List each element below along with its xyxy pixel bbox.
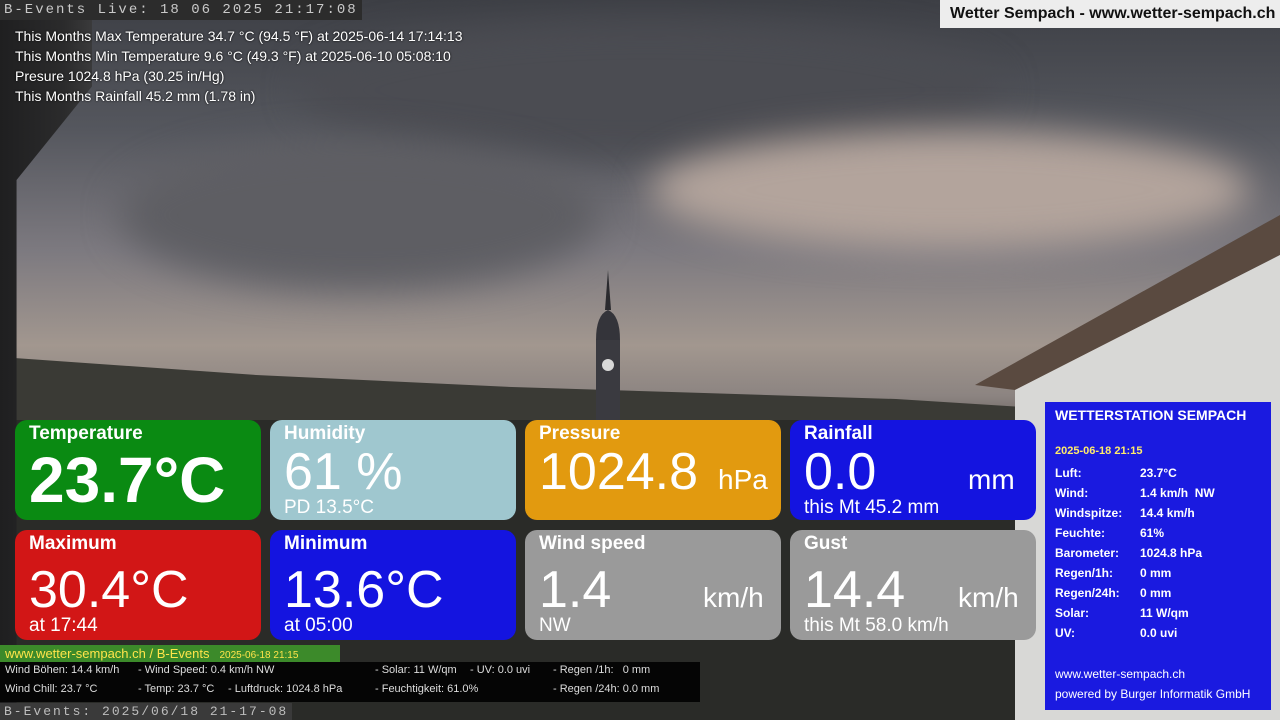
rainfall-tile: Rainfall 0.0 this Mt 45.2 mm mm bbox=[790, 420, 1036, 520]
row-value: 1024.8 hPa bbox=[1140, 546, 1203, 560]
row-key: Regen/1h: bbox=[1055, 566, 1114, 580]
wind-speed-unit: km/h bbox=[703, 582, 764, 613]
site-title: Wetter Sempach - www.wetter-sempach.ch bbox=[940, 0, 1280, 28]
gust-unit: km/h bbox=[958, 582, 1019, 613]
station-credit: powered by Burger Informatik GmbH bbox=[1055, 687, 1251, 701]
gust-tile: Gust 14.4 this Mt 58.0 km/h km/h bbox=[790, 530, 1036, 640]
row-key: Regen/24h: bbox=[1055, 586, 1120, 600]
ticker-item: - Regen /24h: 0.0 mm bbox=[553, 683, 660, 695]
stat-rainfall: This Months Rainfall 45.2 mm (1.78 in) bbox=[15, 88, 256, 104]
ticker-item: - UV: 0.0 uvi bbox=[470, 664, 531, 676]
row-key: Luft: bbox=[1055, 466, 1082, 480]
ticker-item: - Feuchtigkeit: 61.0% bbox=[375, 683, 479, 695]
ticker-item: Wind Böhen: 14.4 km/h bbox=[5, 664, 120, 676]
maximum-time: at 17:44 bbox=[29, 615, 98, 636]
site-strip-label: www.wetter-sempach.ch / B-Events bbox=[5, 646, 210, 661]
row-value: 11 W/qm bbox=[1140, 606, 1189, 620]
site-strip-date: 2025-06-18 21:15 bbox=[219, 650, 299, 661]
maximum-tile: Maximum 30.4°C at 17:44 bbox=[15, 530, 261, 640]
row-key: Windspitze: bbox=[1055, 506, 1123, 520]
row-value: 23.7°C bbox=[1140, 466, 1177, 480]
humidity-dewpoint: PD 13.5°C bbox=[284, 497, 374, 518]
station-footer: www.wetter-sempach.ch powered by Burger … bbox=[1055, 664, 1250, 704]
humidity-value: 61 % bbox=[284, 443, 403, 501]
pressure-unit: hPa bbox=[718, 464, 768, 495]
station-row: Solar: 11 W/qm bbox=[1055, 603, 1261, 623]
stat-pressure: Presure 1024.8 hPa (30.25 in/Hg) bbox=[15, 68, 225, 84]
wind-speed-title: Wind speed bbox=[539, 533, 646, 554]
station-row: Wind: 1.4 km/h NW bbox=[1055, 483, 1261, 503]
row-value: 14.4 km/h bbox=[1140, 506, 1195, 520]
row-value: 0 mm bbox=[1140, 586, 1172, 600]
pressure-tile: Pressure 1024.8 hPa bbox=[525, 420, 781, 520]
gust-title: Gust bbox=[804, 533, 848, 554]
stat-max-temp: This Months Max Temperature 34.7 °C (94.… bbox=[15, 28, 463, 44]
monthly-stats: This Months Max Temperature 34.7 °C (94.… bbox=[15, 26, 463, 106]
row-key: Barometer: bbox=[1055, 546, 1120, 560]
ticker-item: - Solar: 11 W/qm bbox=[375, 664, 457, 676]
gust-month: this Mt 58.0 km/h bbox=[804, 615, 949, 636]
minimum-time: at 05:00 bbox=[284, 615, 353, 636]
ticker-item: Wind Chill: 23.7 °C bbox=[5, 683, 98, 695]
minimum-tile: Minimum 13.6°C at 05:00 bbox=[270, 530, 516, 640]
row-value: 0.0 uvi bbox=[1140, 626, 1178, 640]
temperature-title: Temperature bbox=[29, 423, 143, 444]
station-row: Luft: 23.7°C bbox=[1055, 463, 1261, 483]
station-row: UV: 0.0 uvi bbox=[1055, 623, 1261, 643]
site-strip: www.wetter-sempach.ch / B-Events 2025-06-… bbox=[0, 645, 340, 662]
row-key: Wind: bbox=[1055, 486, 1089, 500]
ticker: Wind Böhen: 14.4 km/h - Wind Speed: 0.4 … bbox=[0, 662, 700, 702]
row-key: UV: bbox=[1055, 626, 1076, 640]
maximum-title: Maximum bbox=[29, 533, 117, 554]
station-row: Regen/24h: 0 mm bbox=[1055, 583, 1261, 603]
humidity-tile: Humidity 61 % PD 13.5°C bbox=[270, 420, 516, 520]
sky-cloud bbox=[120, 140, 600, 290]
rainfall-unit: mm bbox=[968, 464, 1015, 495]
church-tower bbox=[596, 270, 620, 430]
wind-direction: NW bbox=[539, 615, 571, 636]
ticker-item: - Temp: 23.7 °C bbox=[138, 683, 215, 695]
ticker-item: - Luftdruck: 1024.8 hPa bbox=[228, 683, 343, 695]
ticker-item: - Regen /1h: 0 mm bbox=[553, 664, 651, 676]
maximum-value: 30.4°C bbox=[29, 561, 189, 619]
temperature-value: 23.7°C bbox=[29, 444, 226, 516]
wind-speed-tile: Wind speed 1.4 NW km/h bbox=[525, 530, 781, 640]
station-panel: WETTERSTATION SEMPACH 2025-06-18 21:15 L… bbox=[1045, 402, 1271, 710]
station-date: 2025-06-18 21:15 bbox=[1055, 445, 1143, 457]
row-key: Feuchte: bbox=[1055, 526, 1106, 540]
bottom-banner: B-Events: 2025/06/18 21-17-08 bbox=[0, 703, 293, 720]
minimum-title: Minimum bbox=[284, 533, 368, 554]
live-banner: B-Events Live: 18 06 2025 21:17:08 bbox=[0, 0, 362, 20]
station-title: WETTERSTATION SEMPACH bbox=[1055, 407, 1247, 423]
station-row: Windspitze: 14.4 km/h bbox=[1055, 503, 1261, 523]
ticker-item: - Wind Speed: 0.4 km/h NW bbox=[138, 664, 275, 676]
minimum-value: 13.6°C bbox=[284, 561, 444, 619]
station-row: Regen/1h: 0 mm bbox=[1055, 563, 1261, 583]
station-url: www.wetter-sempach.ch bbox=[1055, 667, 1186, 681]
row-key: Solar: bbox=[1055, 606, 1090, 620]
row-value: 1.4 km/h NW bbox=[1140, 486, 1215, 500]
row-value: 61% bbox=[1140, 526, 1165, 540]
station-row: Barometer: 1024.8 hPa bbox=[1055, 543, 1261, 563]
row-value: 0 mm bbox=[1140, 566, 1172, 580]
stat-min-temp: This Months Min Temperature 9.6 °C (49.3… bbox=[15, 48, 451, 64]
rainfall-month: this Mt 45.2 mm bbox=[804, 497, 940, 518]
station-row: Feuchte: 61% bbox=[1055, 523, 1261, 543]
temperature-tile: Temperature 23.7°C bbox=[15, 420, 261, 520]
